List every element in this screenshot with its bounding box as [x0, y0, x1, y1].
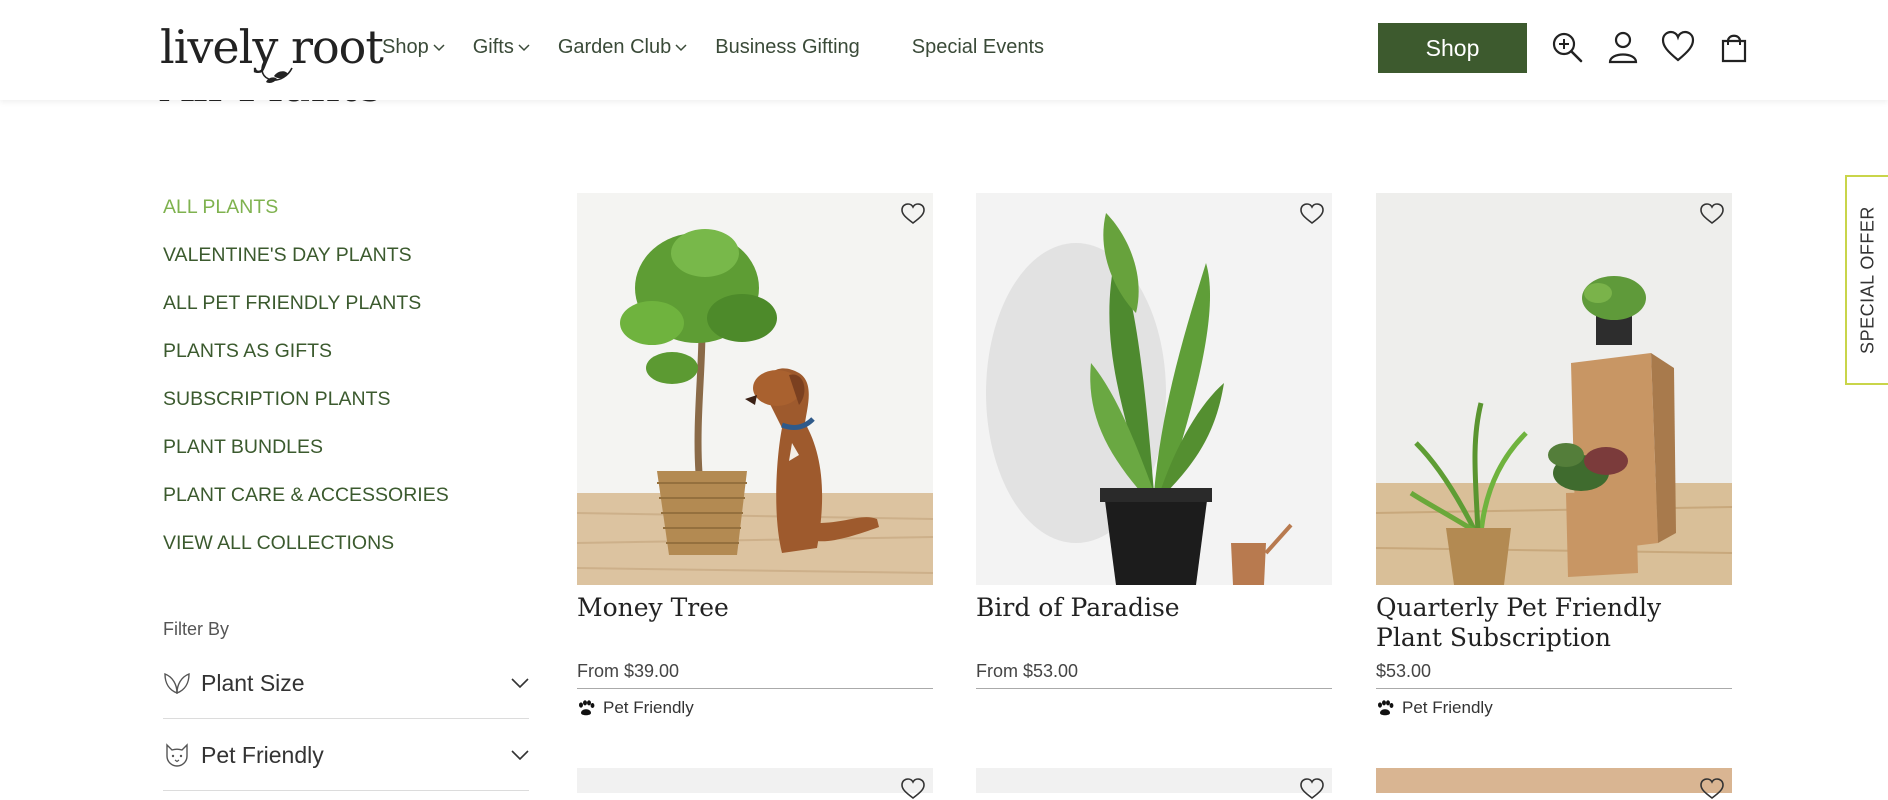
money-tree-photo [577, 193, 933, 585]
logo[interactable]: lively root [160, 12, 384, 83]
category-subscription-plants[interactable]: SUBSCRIPTION PLANTS [163, 382, 533, 430]
product-card-next-row[interactable] [1376, 768, 1732, 800]
product-name[interactable]: Quarterly Pet Friendly Plant Subscriptio… [1376, 593, 1732, 653]
badge-label: Pet Friendly [1402, 698, 1493, 717]
category-view-all-collections[interactable]: VIEW ALL COLLECTIONS [163, 526, 533, 574]
nav-business-gifting-label: Business Gifting [715, 36, 860, 58]
search-icon[interactable] [1550, 30, 1584, 64]
product-card[interactable]: Quarterly Pet Friendly Plant Subscriptio… [1376, 193, 1732, 718]
product-card[interactable]: Bird of Paradise From $53.00 [976, 193, 1332, 689]
filter-pet-friendly[interactable]: Pet Friendly [163, 720, 529, 791]
pet-friendly-badge: Pet Friendly [1376, 698, 1732, 718]
product-name[interactable]: Money Tree [577, 593, 933, 653]
category-plants-as-gifts[interactable]: PLANTS AS GIFTS [163, 334, 533, 382]
category-plant-care-accessories[interactable]: PLANT CARE & ACCESSORIES [163, 478, 533, 526]
category-valentines-day-plants[interactable]: VALENTINE'S DAY PLANTS [163, 238, 533, 286]
filter-pet-friendly-label: Pet Friendly [201, 741, 324, 768]
wishlist-heart-icon[interactable] [1700, 203, 1724, 225]
shop-button[interactable]: Shop [1378, 23, 1527, 73]
site-header: lively root Shop Gifts Garden Club Busin… [0, 0, 1888, 100]
wishlist-heart-icon[interactable] [1700, 778, 1724, 800]
product-price: From $53.00 [976, 661, 1332, 689]
category-sidebar: ALL PLANTS VALENTINE'S DAY PLANTS ALL PE… [163, 190, 533, 574]
category-all-pet-friendly-plants[interactable]: ALL PET FRIENDLY PLANTS [163, 286, 533, 334]
category-plant-bundles[interactable]: PLANT BUNDLES [163, 430, 533, 478]
nav-business-gifting[interactable]: Business Gifting [715, 36, 860, 59]
nav-shop-label: Shop [382, 36, 429, 58]
special-offer-label: SPECIAL OFFER [1857, 206, 1877, 354]
filter-plant-size-label: Plant Size [201, 669, 305, 696]
paw-icon [1378, 700, 1394, 716]
product-price: $53.00 [1376, 661, 1732, 689]
main-nav: Shop Gifts Garden Club Business Gifting … [382, 36, 1072, 59]
product-image-quarterly-subscription[interactable] [1376, 193, 1732, 585]
leaf-icon [164, 672, 190, 695]
nav-special-events[interactable]: Special Events [912, 36, 1044, 59]
product-name[interactable]: Bird of Paradise [976, 593, 1332, 653]
nav-special-events-label: Special Events [911, 36, 1045, 58]
nav-garden-club-label: Garden Club [557, 36, 672, 58]
chevron-down-icon [518, 43, 530, 51]
filter-by-heading: Filter By [163, 619, 230, 639]
bird-of-paradise-photo [976, 193, 1332, 585]
cart-icon[interactable] [1717, 30, 1751, 64]
product-card-next-row[interactable] [976, 768, 1332, 800]
chevron-down-icon [511, 750, 529, 760]
wishlist-heart-icon[interactable] [901, 778, 925, 800]
paw-icon [579, 700, 595, 716]
nav-gifts[interactable]: Gifts [473, 36, 530, 59]
chevron-down-icon [675, 43, 687, 51]
product-card[interactable]: Money Tree From $39.00 Pet Friendly [577, 193, 933, 718]
special-offer-tab[interactable]: SPECIAL OFFER [1845, 175, 1888, 385]
chevron-down-icon [433, 43, 445, 51]
wishlist-heart-icon[interactable] [1300, 778, 1324, 800]
product-card-next-row[interactable] [577, 768, 933, 800]
wishlist-heart-icon[interactable] [901, 203, 925, 225]
product-image-money-tree[interactable] [577, 193, 933, 585]
pet-friendly-badge: Pet Friendly [577, 698, 933, 718]
logo-leaf-icon [261, 61, 293, 83]
subscription-photo [1376, 193, 1732, 585]
cat-icon [166, 743, 188, 767]
nav-gifts-label: Gifts [472, 36, 514, 58]
nav-garden-club[interactable]: Garden Club [558, 36, 687, 59]
filter-plant-size[interactable]: Plant Size [163, 648, 529, 719]
badge-label: Pet Friendly [603, 698, 694, 717]
product-price: From $39.00 [577, 661, 933, 689]
category-all-plants[interactable]: ALL PLANTS [163, 190, 533, 238]
wishlist-icon[interactable] [1661, 30, 1695, 64]
chevron-down-icon [511, 678, 529, 688]
product-image-bird-of-paradise[interactable] [976, 193, 1332, 585]
account-icon[interactable] [1606, 30, 1640, 64]
wishlist-heart-icon[interactable] [1300, 203, 1324, 225]
nav-shop[interactable]: Shop [382, 36, 445, 59]
